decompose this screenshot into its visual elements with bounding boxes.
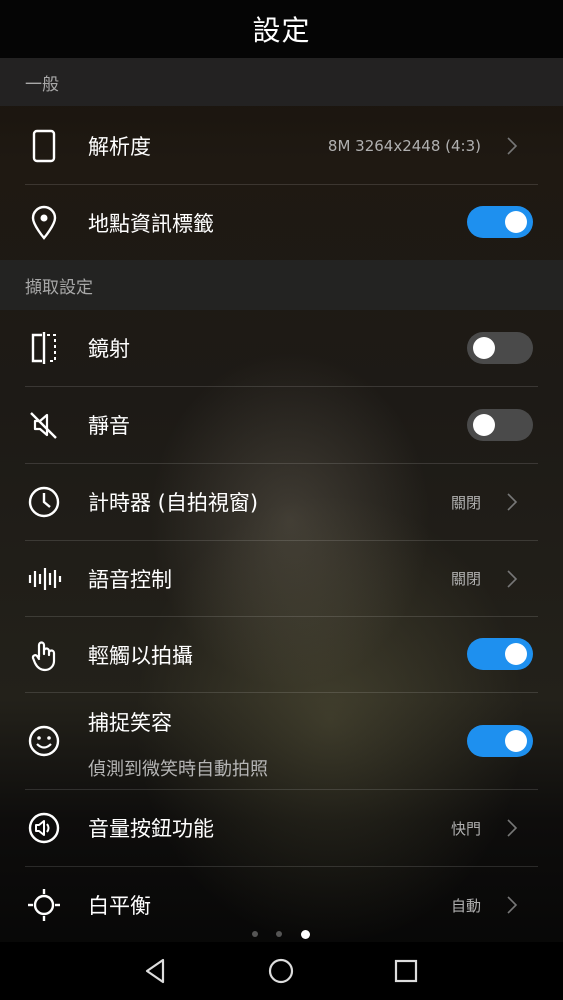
location-pin-icon [26,205,62,241]
setting-label: 地點資訊標籤 [88,212,214,236]
chevron-right-icon [507,896,518,914]
setting-label: 計時器 (自拍視窗) [88,491,259,515]
mirror-icon [26,330,62,366]
setting-label: 解析度 [88,135,151,159]
header-bar: 設定 [0,0,563,58]
toggle-knob [505,730,527,752]
volume-icon [26,810,62,846]
toggle-knob [505,211,527,233]
sun-icon [26,887,62,923]
recent-apps-icon[interactable] [391,956,421,986]
page-dot [276,931,282,937]
chevron-right-icon [507,819,518,837]
setting-touch-capture[interactable]: 輕觸以拍攝 [0,617,563,692]
touch-capture-toggle[interactable] [467,638,533,670]
chevron-right-icon [507,569,518,588]
setting-location-tag[interactable]: 地點資訊標籤 [0,185,563,260]
page-indicator [0,929,563,941]
setting-label: 語音控制 [88,568,172,592]
setting-label: 音量按鈕功能 [88,817,214,841]
page-dot [252,931,258,937]
setting-label: 捕捉笑容 [88,711,172,735]
setting-voice-control[interactable]: 語音控制 關閉 [0,541,563,616]
setting-value: 8M 3264x2448 (4:3) [327,137,481,155]
setting-mute[interactable]: 靜音 [0,387,563,463]
setting-mirror[interactable]: 鏡射 [0,310,563,386]
section-label: 一般 [25,74,59,95]
setting-timer[interactable]: 計時器 (自拍視窗) 關閉 [0,464,563,540]
speaker-muted-icon [26,407,62,443]
setting-sublabel: 偵測到微笑時自動拍照 [88,759,268,780]
home-icon[interactable] [266,956,296,986]
setting-value: 關閉 [450,570,481,588]
back-icon[interactable] [141,956,171,986]
system-navigation-bar [0,942,563,1000]
location-tag-toggle[interactable] [467,206,533,238]
section-header-general: 一般 [0,58,563,106]
page-dot-active [301,930,310,939]
touch-hand-icon [26,637,62,673]
mute-toggle[interactable] [467,409,533,441]
smile-face-icon [26,723,62,759]
toggle-knob [505,643,527,665]
setting-smile-capture[interactable]: 捕捉笑容 偵測到微笑時自動拍照 [0,693,563,789]
setting-volume-key[interactable]: 音量按鈕功能 快門 [0,790,563,866]
toggle-knob [473,337,495,359]
toggle-knob [473,414,495,436]
setting-value: 自動 [450,897,481,915]
smile-capture-toggle[interactable] [467,725,533,757]
setting-label: 白平衡 [88,894,151,918]
chevron-right-icon [507,493,518,511]
setting-value: 關閉 [450,494,481,512]
setting-label: 靜音 [88,414,130,438]
setting-label: 鏡射 [88,337,130,361]
page-title: 設定 [252,14,311,47]
chevron-right-icon [507,137,518,155]
setting-value: 快門 [450,820,481,838]
section-label: 擷取設定 [25,277,93,298]
phone-outline-icon [26,128,62,164]
sound-wave-icon [26,561,62,597]
setting-resolution[interactable]: 解析度 8M 3264x2448 (4:3) [0,108,563,184]
clock-icon [26,484,62,520]
setting-label: 輕觸以拍攝 [88,644,193,668]
mirror-toggle[interactable] [467,332,533,364]
section-header-capture: 擷取設定 [0,260,563,310]
